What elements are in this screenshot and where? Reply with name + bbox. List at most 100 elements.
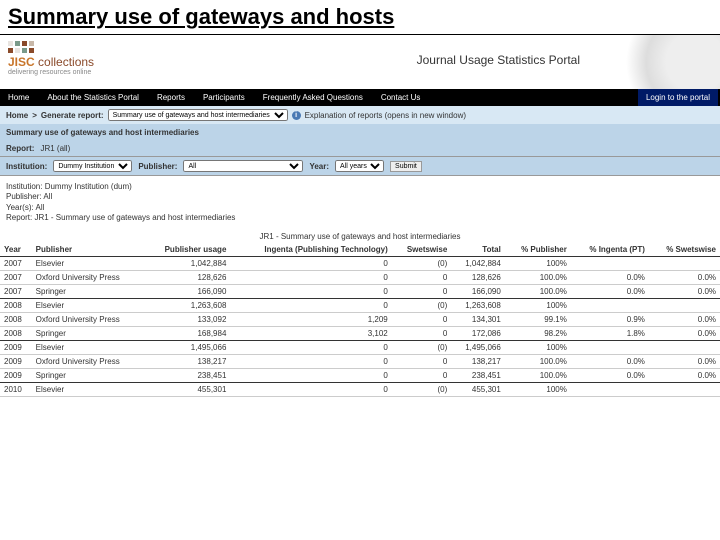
table-cell: 100.0% xyxy=(505,368,571,382)
report-meta: Institution: Dummy Institution (dum) Pub… xyxy=(0,176,720,230)
table-cell: 128,626 xyxy=(451,270,505,284)
table-cell: 100% xyxy=(505,340,571,354)
table-cell: 133,092 xyxy=(145,312,231,326)
info-icon[interactable]: i xyxy=(292,111,301,120)
publisher-select[interactable]: All xyxy=(183,160,303,172)
table-cell xyxy=(571,298,649,312)
table-cell: (0) xyxy=(392,340,452,354)
table-cell: 1,209 xyxy=(230,312,391,326)
nav-participants[interactable]: Participants xyxy=(195,89,253,106)
report-header: Summary use of gateways and host interme… xyxy=(0,124,720,141)
header: JISC collections delivering resources on… xyxy=(0,35,720,89)
table-cell: 138,217 xyxy=(145,354,231,368)
nav-contact[interactable]: Contact Us xyxy=(373,89,429,106)
table-cell: 238,451 xyxy=(145,368,231,382)
table-cell xyxy=(571,256,649,270)
table-cell: 1,495,066 xyxy=(451,340,505,354)
nav-login[interactable]: Login to the portal xyxy=(638,89,718,106)
table-cell: 238,451 xyxy=(451,368,505,382)
table-cell: 1,263,608 xyxy=(145,298,231,312)
table-cell xyxy=(649,256,720,270)
table-cell: 100.0% xyxy=(505,284,571,298)
table-cell: 2009 xyxy=(0,354,32,368)
table-cell: (0) xyxy=(392,298,452,312)
table-cell: 0 xyxy=(392,326,452,340)
table-cell: 2008 xyxy=(0,326,32,340)
nav-home[interactable]: Home xyxy=(0,89,37,106)
table-cell: 0 xyxy=(392,270,452,284)
publisher-label: Publisher: xyxy=(138,162,177,171)
portal-title: Journal Usage Statistics Portal xyxy=(417,53,580,67)
col-header: Publisher usage xyxy=(145,243,231,257)
table-cell: 166,090 xyxy=(145,284,231,298)
table-cell: (0) xyxy=(392,256,452,270)
table-cell xyxy=(649,382,720,396)
nav-about[interactable]: About the Statistics Portal xyxy=(39,89,147,106)
table-cell: 0.0% xyxy=(649,312,720,326)
table-cell: 1,042,884 xyxy=(145,256,231,270)
col-header: Publisher xyxy=(32,243,145,257)
table-cell xyxy=(649,340,720,354)
table-cell: Springer xyxy=(32,284,145,298)
institution-select[interactable]: Dummy Institution xyxy=(53,160,132,172)
col-header: Ingenta (Publishing Technology) xyxy=(230,243,391,257)
meta-institution: Institution: Dummy Institution (dum) xyxy=(6,182,714,192)
col-header: Total xyxy=(451,243,505,257)
header-graphic xyxy=(600,35,720,89)
table-cell: 0 xyxy=(230,340,391,354)
table-cell: 100% xyxy=(505,298,571,312)
table-cell xyxy=(571,382,649,396)
institution-label: Institution: xyxy=(6,162,47,171)
table-cell: 0 xyxy=(230,368,391,382)
submit-button[interactable]: Submit xyxy=(390,161,422,172)
table-row: 2009Elsevier1,495,0660(0)1,495,066100% xyxy=(0,340,720,354)
table-cell: Springer xyxy=(32,326,145,340)
logo-text: JISC collections xyxy=(8,55,94,69)
table-cell: 3,102 xyxy=(230,326,391,340)
table-row: 2008Springer168,9843,1020172,08698.2%1.8… xyxy=(0,326,720,340)
breadcrumb-home[interactable]: Home xyxy=(6,111,28,120)
table-cell: 0 xyxy=(230,284,391,298)
table-cell: 2007 xyxy=(0,284,32,298)
table-cell: 0 xyxy=(230,382,391,396)
breadcrumb: Home > Generate report: Summary use of g… xyxy=(0,106,720,124)
explain-link[interactable]: Explanation of reports (opens in new win… xyxy=(305,111,466,120)
nav-faq[interactable]: Frequently Asked Questions xyxy=(255,89,371,106)
table-cell: 0.0% xyxy=(649,326,720,340)
year-label: Year: xyxy=(309,162,329,171)
report-select[interactable]: Summary use of gateways and host interme… xyxy=(108,109,288,121)
col-header: % Ingenta (PT) xyxy=(571,243,649,257)
table-cell: Oxford University Press xyxy=(32,270,145,284)
meta-years: Year(s): All xyxy=(6,203,714,213)
table-row: 2007Oxford University Press128,62600128,… xyxy=(0,270,720,284)
table-row: 2007Springer166,09000166,090100.0%0.0%0.… xyxy=(0,284,720,298)
table-cell: 2007 xyxy=(0,270,32,284)
table-cell: 0 xyxy=(392,368,452,382)
year-select[interactable]: All years xyxy=(335,160,384,172)
breadcrumb-sep: > xyxy=(32,111,37,120)
table-cell: 1.8% xyxy=(571,326,649,340)
table-cell xyxy=(649,298,720,312)
table-cell: 0.0% xyxy=(649,284,720,298)
table-cell: 0.0% xyxy=(649,368,720,382)
table-cell: 455,301 xyxy=(145,382,231,396)
table-cell: 100% xyxy=(505,256,571,270)
table-row: 2009Oxford University Press138,21700138,… xyxy=(0,354,720,368)
nav-reports[interactable]: Reports xyxy=(149,89,193,106)
table-cell: 455,301 xyxy=(451,382,505,396)
table-cell: Elsevier xyxy=(32,340,145,354)
table-row: 2007Elsevier1,042,8840(0)1,042,884100% xyxy=(0,256,720,270)
table-cell: 2008 xyxy=(0,298,32,312)
table-cell: 0 xyxy=(230,354,391,368)
table-cell: 138,217 xyxy=(451,354,505,368)
table-cell: 0.9% xyxy=(571,312,649,326)
report-value: JR1 (all) xyxy=(40,144,70,153)
table-cell: Elsevier xyxy=(32,382,145,396)
table-cell: Oxford University Press xyxy=(32,354,145,368)
col-header: % Publisher xyxy=(505,243,571,257)
table-cell: 2009 xyxy=(0,368,32,382)
table-cell: Oxford University Press xyxy=(32,312,145,326)
table-cell: 0 xyxy=(230,256,391,270)
table-cell: 128,626 xyxy=(145,270,231,284)
table-cell: 2008 xyxy=(0,312,32,326)
